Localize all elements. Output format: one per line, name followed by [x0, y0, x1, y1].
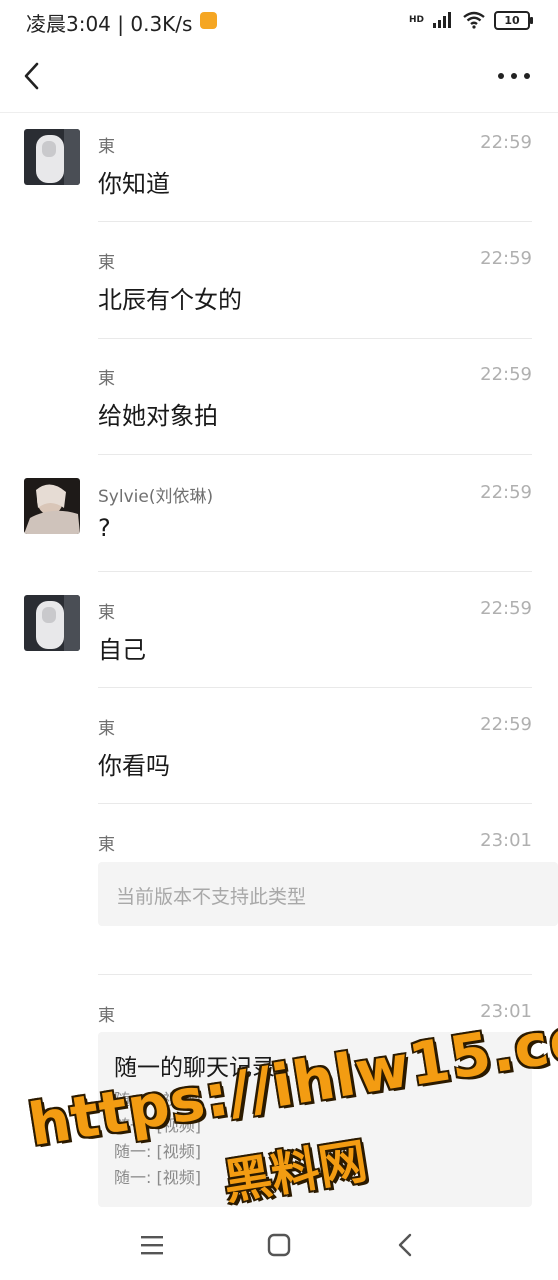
divider — [98, 974, 532, 975]
back-icon[interactable] — [391, 1230, 421, 1260]
avatar[interactable] — [24, 129, 80, 185]
sender-name: 東 — [98, 137, 115, 157]
notification-icon — [200, 12, 217, 29]
menu-icon[interactable] — [137, 1230, 167, 1260]
status-bar: 凌晨3:04 | 0.3K/s HD 10 — [0, 0, 558, 40]
message-text: ? — [98, 514, 111, 542]
message-time: 23:01 — [480, 830, 532, 851]
unsupported-message-text: 当前版本不支持此类型 — [116, 886, 307, 908]
divider — [98, 338, 532, 339]
message-time: 23:01 — [480, 1001, 532, 1022]
sender-name: 東 — [98, 835, 115, 855]
chat-record-line: 随一: [视频] — [114, 1090, 201, 1109]
message-text: 给她对象拍 — [98, 402, 218, 430]
divider — [98, 687, 532, 688]
sender-name: 東 — [98, 603, 115, 623]
more-dots-icon[interactable] — [496, 68, 532, 84]
message-time: 22:59 — [480, 248, 532, 269]
sender-name: 東 — [98, 1006, 115, 1026]
sender-name: 東 — [98, 369, 115, 389]
chat-record-line: 随一: [视频] — [114, 1142, 201, 1161]
divider — [98, 221, 532, 222]
divider — [98, 571, 532, 572]
hd-indicator: HD — [408, 15, 424, 25]
signal-icon — [433, 12, 451, 28]
battery-icon: 10 — [494, 10, 533, 30]
message-text: 北辰有个女的 — [98, 286, 242, 314]
message-text: 你看吗 — [98, 752, 170, 780]
home-icon[interactable] — [264, 1230, 294, 1260]
sender-name: 東 — [98, 253, 115, 273]
top-bar — [0, 40, 558, 113]
chat-record-line: 随一: [视频] — [114, 1116, 201, 1135]
message-time: 22:59 — [480, 598, 532, 619]
avatar[interactable] — [24, 595, 80, 651]
message-text: 自己 — [98, 636, 146, 664]
chat-record-line: 随一: [视频] — [114, 1168, 201, 1187]
wifi-icon — [463, 11, 485, 29]
message-time: 22:59 — [480, 714, 532, 735]
divider — [98, 454, 532, 455]
status-icons: HD 10 — [408, 8, 533, 32]
unsupported-message-box[interactable]: 当前版本不支持此类型 — [98, 862, 558, 926]
message-time: 22:59 — [480, 364, 532, 385]
divider — [98, 803, 532, 804]
status-time: 凌晨3:04 | 0.3K/s — [26, 12, 193, 36]
system-nav-bar — [0, 1210, 558, 1280]
avatar[interactable] — [24, 478, 80, 534]
chat-record-title: 随一的聊天记录 — [114, 1055, 275, 1081]
sender-name: Sylvie(刘依琳) — [98, 487, 214, 507]
sender-name: 東 — [98, 719, 115, 739]
message-time: 22:59 — [480, 482, 532, 503]
message-text: 你知道 — [98, 170, 170, 198]
chat-record-card[interactable]: 随一的聊天记录 随一: [视频] 随一: [视频] 随一: [视频] 随一: [… — [98, 1032, 532, 1207]
chevron-left-icon[interactable] — [18, 58, 48, 94]
message-time: 22:59 — [480, 132, 532, 153]
